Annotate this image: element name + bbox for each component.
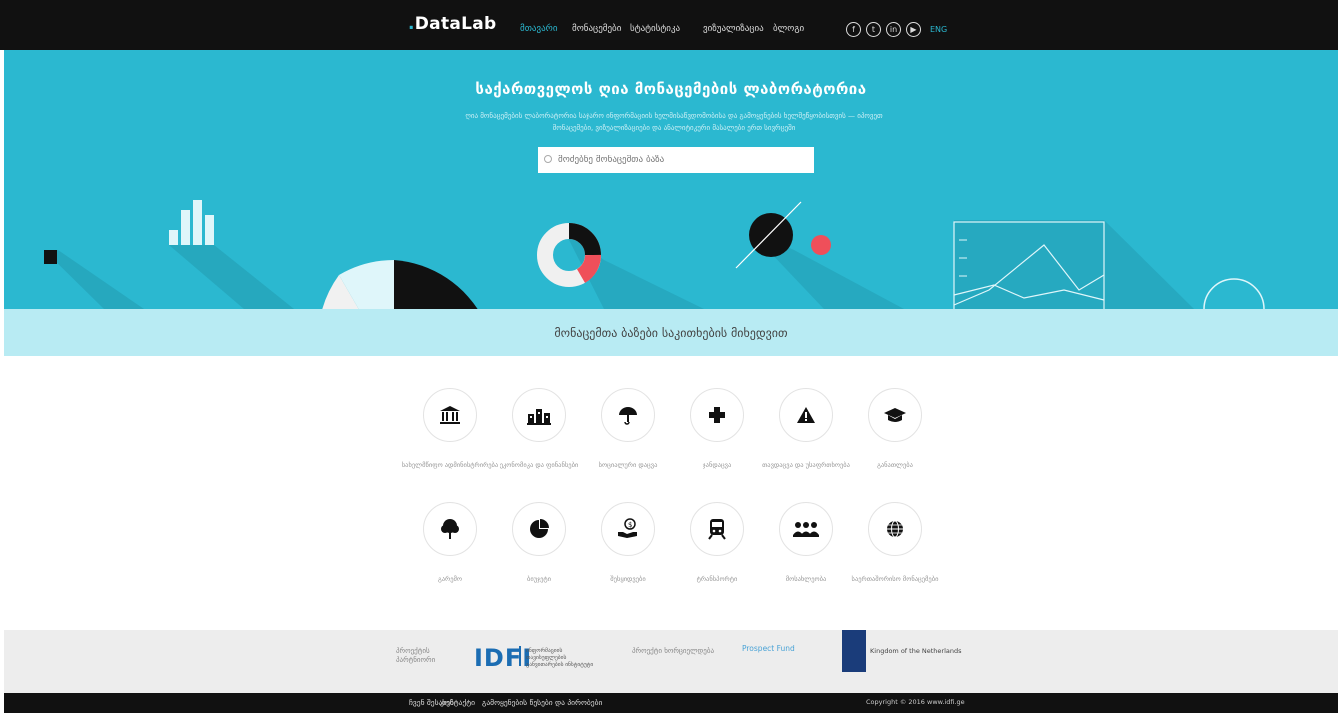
- categories-heading: მონაცემთა ბაზები საკითხების მიხედვით: [4, 309, 1338, 356]
- category-label: სახელმწიფო ადმინისტრირება: [401, 461, 499, 469]
- category-label: საერთაშორისო მონაცემები: [851, 575, 939, 583]
- category-social-protection[interactable]: სოციალური დაცვა: [578, 388, 678, 471]
- social-protection-icon: [601, 388, 655, 442]
- footer: ჩვენ შესახებ კონტაქტი გამოყენების წესები…: [4, 693, 1338, 713]
- category-label: ეკონომიკა და ფინანსები: [499, 461, 579, 469]
- support-label: პროექტი ხორციელდება: [632, 647, 715, 655]
- government-icon: [423, 388, 477, 442]
- language-switch[interactable]: ENG: [930, 25, 947, 34]
- category-economy[interactable]: ეკონომიკა და ფინანსები: [489, 388, 589, 471]
- categories-heading-text: მონაცემთა ბაზები საკითხების მიხედვით: [554, 325, 788, 340]
- linkedin-icon[interactable]: in: [886, 22, 901, 37]
- search-icon: [544, 155, 552, 163]
- twitter-icon[interactable]: t: [866, 22, 881, 37]
- health-icon: [690, 388, 744, 442]
- category-budget[interactable]: ბიუჯეტი: [489, 502, 589, 585]
- red-dot-shape: [811, 235, 831, 255]
- category-label: განათლება: [877, 461, 913, 469]
- nav-item-home[interactable]: მთავარი: [520, 24, 558, 34]
- search-input[interactable]: [538, 147, 814, 173]
- globe-icon: [868, 502, 922, 556]
- copyright-text: Copyright © 2016 www.idfi.ge: [866, 698, 965, 706]
- youtube-icon[interactable]: ▶: [906, 22, 921, 37]
- nav-item-visualization[interactable]: ვიზუალიზაცია: [703, 24, 764, 34]
- people-icon: [779, 502, 833, 556]
- partners-strip: პროექტის პარტნიორი IDFI ინფორმაციის თავი…: [4, 630, 1338, 693]
- category-environment[interactable]: გარემო: [400, 502, 500, 585]
- prospect-fund-logo[interactable]: Prospect Fund: [742, 644, 795, 653]
- category-international[interactable]: საერთაშორისო მონაცემები: [845, 502, 945, 585]
- netherlands-logo-text[interactable]: Kingdom of the Netherlands: [870, 647, 962, 656]
- tree-icon: [423, 502, 477, 556]
- category-education[interactable]: განათლება: [845, 388, 945, 471]
- hero-title: საქართველოს ღია მონაცემების ლაბორატორია: [475, 80, 867, 98]
- idfi-logo[interactable]: IDFI: [474, 644, 532, 672]
- warning-icon: [779, 388, 833, 442]
- graduation-cap-icon: [868, 388, 922, 442]
- economy-icon: [512, 388, 566, 442]
- category-label: ბიუჯეტი: [527, 575, 551, 583]
- category-label: შესყიდვები: [610, 575, 646, 583]
- category-label: გარემო: [437, 575, 463, 583]
- nav-item-data[interactable]: მონაცემები: [572, 24, 621, 34]
- idfi-subtitle: ინფორმაციის თავისუფლების განვითარების ინ…: [526, 648, 594, 668]
- category-transport[interactable]: ტრანსპორტი: [667, 502, 767, 585]
- partner-label: პროექტის პარტნიორი: [396, 647, 436, 664]
- category-government[interactable]: სახელმწიფო ადმინისტრირება: [400, 388, 500, 471]
- hero-subtitle: ღია მონაცემების ლაბორატორია საჯარო ინფორ…: [465, 112, 883, 132]
- category-population[interactable]: მოსახლეობა: [756, 502, 856, 585]
- pie-chart-icon: [512, 502, 566, 556]
- footer-link-contact[interactable]: კონტაქტი: [440, 698, 475, 707]
- nav-item-blog[interactable]: ბლოგი: [773, 24, 804, 34]
- category-label: თავდაცვა და უსაფრთხოება: [762, 461, 850, 469]
- category-label: მოსახლეობა: [785, 575, 827, 583]
- top-navbar: .DataLab მთავარი მონაცემები სტატისტიკა ვ…: [0, 0, 1338, 50]
- nav-item-statistics[interactable]: სტატისტიკა: [630, 24, 680, 34]
- category-label: სოციალური დაცვა: [598, 461, 658, 469]
- category-health[interactable]: ჯანდაცვა: [667, 388, 767, 471]
- circle-shape: [749, 213, 793, 257]
- donut-shape: [537, 223, 601, 287]
- money-hand-icon: $: [601, 502, 655, 556]
- category-label: ჯანდაცვა: [702, 461, 732, 469]
- bar-chart-shape: [169, 200, 214, 245]
- category-label: ტრანსპორტი: [696, 575, 738, 583]
- logo[interactable]: .DataLab: [408, 14, 497, 34]
- category-security[interactable]: თავდაცვა და უსაფრთხოება: [756, 388, 856, 471]
- category-procurement[interactable]: $ შესყიდვები: [578, 502, 678, 585]
- facebook-icon[interactable]: f: [846, 22, 861, 37]
- netherlands-crest-icon: [842, 630, 866, 672]
- hero-banner: საქართველოს ღია მონაცემების ლაბორატორია …: [4, 50, 1338, 309]
- idfi-divider: [519, 646, 521, 666]
- svg-text:$: $: [628, 521, 632, 529]
- pie-shape: [322, 260, 478, 309]
- footer-link-terms[interactable]: გამოყენების წესები და პირობები: [482, 698, 602, 707]
- train-icon: [690, 502, 744, 556]
- square-shape: [44, 250, 57, 264]
